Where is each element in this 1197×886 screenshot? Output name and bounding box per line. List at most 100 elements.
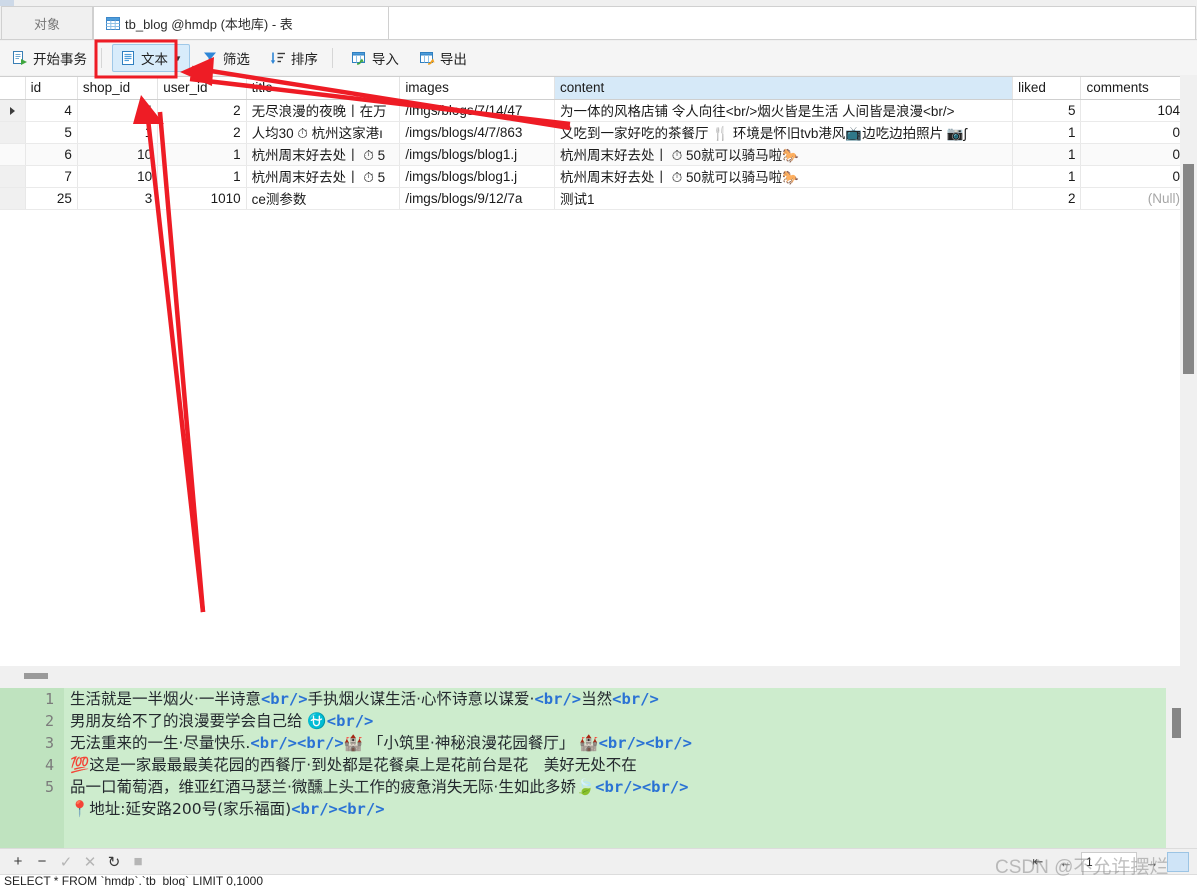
next-page-icon[interactable]: →: [1139, 851, 1165, 873]
column-header-images[interactable]: images: [399, 77, 556, 100]
cell-title[interactable]: 杭州周末好去处丨 ⏱ 5: [246, 143, 401, 166]
cell-images[interactable]: /imgs/blogs/7/14/47: [399, 99, 556, 122]
cell-liked[interactable]: 5: [1012, 99, 1082, 122]
cell-comments[interactable]: 0: [1080, 121, 1186, 144]
column-header-title[interactable]: title: [246, 77, 401, 100]
table-row[interactable]: 4 4 2 无尽浪漫的夜晚丨在万/imgs/blogs/7/14/47 为一体的风格店铺…: [0, 99, 1186, 122]
filter-button[interactable]: 筛选: [194, 44, 258, 72]
table-row[interactable]: 7 10 1 杭州周末好去处丨 ⏱ 5/imgs/blogs/blog1.j 杭州周末好…: [0, 165, 1186, 188]
table-row[interactable]: 25 3 1010 ce测参数/imgs/blogs/9/12/7a 测试1 2 (Null…: [0, 187, 1186, 210]
row-selector-cell[interactable]: [0, 99, 26, 122]
cell-liked[interactable]: 1: [1012, 165, 1082, 188]
table-row[interactable]: 6 10 1 杭州周末好去处丨 ⏱ 5/imgs/blogs/blog1.j 杭州周末好…: [0, 143, 1186, 166]
editor-vertical-scrollbar-thumb[interactable]: [1172, 708, 1181, 738]
refresh-icon[interactable]: ↻: [102, 850, 126, 874]
minus-icon[interactable]: −: [30, 850, 54, 874]
cell-shop_id[interactable]: 4: [77, 99, 159, 122]
column-header-comments[interactable]: comments: [1080, 77, 1186, 100]
cell-content[interactable]: 杭州周末好去处丨 ⏱ 50就可以骑马啦🐎: [554, 165, 1014, 188]
column-header-liked[interactable]: liked: [1012, 77, 1082, 100]
cell-shop_id[interactable]: 3: [77, 187, 159, 210]
editor-content[interactable]: 生活就是一半烟火·一半诗意<br/>手执烟火谋生活·心怀诗意以谋爱·<br/>当…: [64, 688, 1166, 848]
cell-id[interactable]: 5: [25, 121, 78, 144]
cell-id[interactable]: 4: [25, 99, 78, 122]
begin-transaction-label: 开始事务: [33, 52, 87, 67]
editor-line[interactable]: 无法重来的一生·尽量快乐.<br/><br/>🏰 「小筑里·神秘浪漫花园餐厅」 …: [70, 732, 1166, 754]
first-page-icon[interactable]: ⇤: [1025, 851, 1051, 873]
text-preview-editor[interactable]: 12345 生活就是一半烟火·一半诗意<br/>手执烟火谋生活·心怀诗意以谋爱·…: [0, 688, 1166, 848]
cross-icon[interactable]: ✕: [78, 850, 102, 874]
filter-icon: [202, 50, 218, 66]
stop-icon[interactable]: ■: [126, 850, 150, 874]
row-selector-cell[interactable]: [0, 121, 26, 144]
plus-icon[interactable]: +: [6, 850, 30, 874]
row-selector-header: [0, 77, 26, 100]
cell-comments[interactable]: 0: [1080, 143, 1186, 166]
cell-user_id[interactable]: 1: [157, 143, 247, 166]
cell-user_id[interactable]: 2: [157, 121, 247, 144]
text-button[interactable]: 文本 ▼: [112, 44, 190, 72]
editor-line-number: 2: [44, 712, 54, 730]
table-row[interactable]: 5 1 2 人均30 ⏱ 杭州这家港ı/imgs/blogs/4/7/863 又吃到一家…: [0, 121, 1186, 144]
row-selector-cell[interactable]: [0, 143, 26, 166]
tab-tb-blog[interactable]: tb_blog @hmdp (本地库) - 表: [93, 6, 389, 40]
panel-splitter[interactable]: [0, 666, 1197, 688]
import-button[interactable]: 导入: [343, 44, 407, 72]
cell-title[interactable]: 杭州周末好去处丨 ⏱ 5: [246, 165, 401, 188]
cell-id[interactable]: 25: [25, 187, 78, 210]
column-header-user_id[interactable]: user_id: [157, 77, 247, 100]
cell-title[interactable]: 人均30 ⏱ 杭州这家港ı: [246, 121, 401, 144]
cell-comments[interactable]: (Null): [1080, 187, 1186, 210]
cell-liked[interactable]: 1: [1012, 121, 1082, 144]
row-selector-cell[interactable]: [0, 165, 26, 188]
html-br-tag: <br/><br/>: [595, 778, 689, 796]
editor-line[interactable]: 生活就是一半烟火·一半诗意<br/>手执烟火谋生活·心怀诗意以谋爱·<br/>当…: [70, 688, 1166, 710]
editor-line[interactable]: 男朋友给不了的浪漫要学会自己给 ⛎<br/>: [70, 710, 1166, 732]
row-selector-cell[interactable]: [0, 187, 26, 210]
cell-id[interactable]: 6: [25, 143, 78, 166]
cell-user_id[interactable]: 1: [157, 165, 247, 188]
cell-title[interactable]: 无尽浪漫的夜晚丨在万: [246, 99, 401, 122]
column-header-shop_id[interactable]: shop_id: [77, 77, 159, 100]
cell-content[interactable]: 测试1: [554, 187, 1014, 210]
cell-shop_id[interactable]: 1: [77, 121, 159, 144]
page-number-input[interactable]: 1: [1081, 852, 1137, 872]
begin-transaction-button[interactable]: 开始事务: [4, 44, 95, 72]
sort-button[interactable]: 排序: [262, 44, 326, 72]
last-page-highlight[interactable]: [1167, 852, 1189, 872]
cell-images[interactable]: /imgs/blogs/blog1.j: [399, 143, 556, 166]
cell-images[interactable]: /imgs/blogs/4/7/863: [399, 121, 556, 144]
import-icon: [351, 50, 367, 66]
editor-line[interactable]: 📍地址:延安路200号(家乐福面)<br/><br/>: [70, 798, 1166, 820]
column-header-content[interactable]: content: [554, 77, 1014, 100]
cell-content[interactable]: 又吃到一家好吃的茶餐厅 🍴 环境是怀旧tvb港风📺边吃边拍照片 📷ʃ: [554, 121, 1014, 144]
cell-content[interactable]: 为一体的风格店铺 令人向往<br/>烟火皆是生活 人间皆是浪漫<br/>: [554, 99, 1014, 122]
cell-shop_id[interactable]: 10: [77, 143, 159, 166]
editor-text-run: 男朋友给不了的浪漫要学会自己给 ⛎: [70, 712, 327, 730]
editor-line[interactable]: 品一口葡萄酒，维亚红酒马瑟兰·微醺上头工作的疲惫消失无际·生如此多娇🍃<br/>…: [70, 776, 1166, 798]
check-icon[interactable]: ✓: [54, 850, 78, 874]
chevron-down-icon[interactable]: ▼: [174, 54, 182, 63]
cell-title[interactable]: ce测参数: [246, 187, 401, 210]
cell-liked[interactable]: 2: [1012, 187, 1082, 210]
cell-comments[interactable]: 104: [1080, 99, 1186, 122]
prev-page-icon[interactable]: ←: [1053, 851, 1079, 873]
cell-images[interactable]: /imgs/blogs/blog1.j: [399, 165, 556, 188]
column-header-id[interactable]: id: [25, 77, 78, 100]
cell-liked[interactable]: 1: [1012, 143, 1082, 166]
cell-shop_id[interactable]: 10: [77, 165, 159, 188]
page-number-value: 1: [1086, 855, 1093, 869]
cell-images[interactable]: /imgs/blogs/9/12/7a: [399, 187, 556, 210]
splitter-handle[interactable]: [24, 673, 48, 679]
data-grid[interactable]: id shop_id user_id title images content liked c…: [0, 76, 1197, 666]
tab-objects[interactable]: 对象: [1, 6, 93, 40]
cell-content[interactable]: 杭州周末好去处丨 ⏱ 50就可以骑马啦🐎: [554, 143, 1014, 166]
cell-user_id[interactable]: 2: [157, 99, 247, 122]
export-button[interactable]: 导出: [411, 44, 475, 72]
cell-user_id[interactable]: 1010: [157, 187, 247, 210]
grid-vertical-scrollbar-thumb[interactable]: [1183, 164, 1194, 374]
editor-line[interactable]: 💯这是一家最最最美花园的西餐厅·到处都是花餐桌上是花前台是花 美好无处不在: [70, 754, 1166, 776]
cell-id[interactable]: 7: [25, 165, 78, 188]
grid-vertical-scrollbar-track[interactable]: [1180, 76, 1197, 666]
cell-comments[interactable]: 0: [1080, 165, 1186, 188]
